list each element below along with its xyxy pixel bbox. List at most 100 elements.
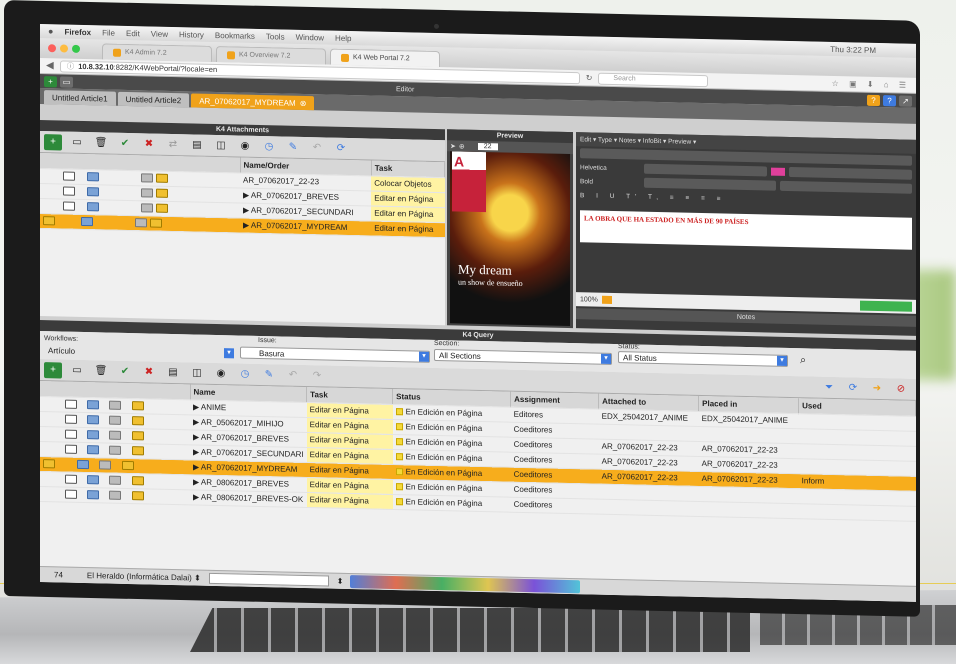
edit-icon[interactable]: ✎ (284, 139, 302, 155)
refresh-icon[interactable]: ⟳ (332, 140, 350, 156)
doc-tab-article1[interactable]: Untitled Article1 (44, 90, 116, 106)
trash-icon[interactable]: 🗑 (92, 363, 110, 379)
layout-button[interactable]: ▭ (60, 75, 73, 88)
close-tab-icon[interactable]: ⊗ (300, 98, 307, 107)
preview-headline: My dream un show de ensueño (458, 261, 523, 288)
menu-firefox[interactable]: Firefox (64, 27, 91, 37)
col-task-header[interactable]: Task (371, 160, 445, 178)
browser-tab-webportal[interactable]: K4 Web Portal 7.2 (330, 48, 440, 68)
paragraph-style-field[interactable] (644, 177, 776, 191)
zoom-select[interactable]: 100% (580, 296, 598, 303)
row-task: Editar en Página (371, 205, 445, 223)
menu-file[interactable]: File (102, 28, 115, 37)
secondary-select[interactable] (208, 572, 329, 587)
leading-field[interactable] (780, 180, 912, 194)
remove-icon[interactable]: ✖ (140, 364, 158, 380)
expand-button[interactable]: ↗ (899, 94, 912, 107)
editor-title: Editor (396, 85, 415, 93)
workflow-icon[interactable]: ⊘ (892, 381, 910, 397)
camera-icon (434, 23, 439, 29)
color-swatch[interactable] (771, 167, 785, 176)
back-icon[interactable]: ◀ (46, 60, 54, 71)
query-panel: K4 Query Workflows: Artículo ▾ Issue: Bas… (40, 320, 916, 602)
select-arrow-icon[interactable]: ⬍ (337, 577, 344, 586)
checkin-icon[interactable]: ✔ (116, 363, 134, 379)
doc-tab-article2[interactable]: Untitled Article2 (117, 91, 190, 108)
reload-icon[interactable]: ↻ (586, 73, 593, 82)
edit-icon[interactable]: ✎ (260, 366, 278, 382)
apple-icon[interactable]: ● (48, 26, 53, 36)
filter-icon[interactable]: ⏷ (820, 379, 838, 395)
issue-select[interactable]: Basura ▾ (240, 346, 430, 363)
refresh-icon[interactable]: ⟳ (844, 380, 862, 396)
search-input[interactable]: Search (598, 72, 709, 87)
history-icon[interactable]: ◷ (236, 366, 254, 382)
status-icon (395, 498, 403, 506)
add-icon[interactable]: + (44, 361, 62, 378)
row-assignment: Coeditores (510, 496, 599, 514)
row-attached (598, 498, 699, 516)
row-name: ▶ AR_07062017_MYDREAM (240, 217, 372, 236)
undo-icon[interactable]: ↶ (308, 140, 326, 156)
page-icon[interactable]: ▭ (68, 362, 86, 378)
link-icon[interactable]: ⇄ (164, 136, 182, 152)
apply-button[interactable] (860, 300, 912, 312)
history-icon[interactable]: ◷ (260, 138, 278, 154)
arrow-icon[interactable]: ➜ (868, 380, 886, 396)
toolbar-icons[interactable]: ☆ ▣ ⬇ ⌂ ☰ (832, 79, 910, 90)
zoom-dropdown-icon[interactable] (601, 295, 612, 304)
menu-help[interactable]: Help (335, 33, 351, 42)
menu-window[interactable]: Window (296, 32, 324, 42)
add-icon[interactable]: + (44, 133, 62, 150)
status-icon (395, 408, 403, 416)
chevron-down-icon: ▾ (419, 351, 429, 362)
row-task: Editar en Página (371, 220, 445, 238)
browser-tab-admin[interactable]: K4 Admin 7.2 (102, 43, 212, 62)
workflows-select[interactable]: Artículo ▾ (44, 344, 234, 360)
zoom-icon[interactable]: ⊕ (459, 142, 465, 150)
redo-icon[interactable]: ↷ (308, 368, 326, 384)
add-button[interactable]: + (44, 75, 57, 87)
trash-icon[interactable]: 🗑 (92, 135, 110, 151)
preview-icon[interactable]: ◫ (212, 137, 230, 153)
menu-history[interactable]: History (179, 30, 204, 40)
eye-icon[interactable]: ◉ (236, 138, 254, 154)
zoom-button[interactable] (72, 44, 80, 53)
size-field[interactable] (789, 166, 912, 180)
minimize-button[interactable] (60, 44, 68, 53)
pointer-icon[interactable]: ➤ (450, 142, 456, 150)
undo-icon[interactable]: ↶ (284, 367, 302, 383)
row-task: Colocar Objetos (371, 175, 445, 193)
section-select[interactable]: All Sections ▾ (434, 348, 612, 365)
checkin-icon[interactable]: ✔ (116, 135, 134, 151)
font-size-field[interactable] (644, 163, 767, 177)
row-icons (40, 213, 240, 233)
remove-icon[interactable]: ✖ (140, 136, 158, 152)
page-icon[interactable]: ▭ (68, 134, 86, 150)
menu-bookmarks[interactable]: Bookmarks (215, 30, 255, 40)
chevron-down-icon: ▾ (777, 355, 787, 366)
menu-edit[interactable]: Edit (126, 28, 140, 37)
print-icon[interactable]: ▤ (188, 137, 206, 153)
help-button[interactable]: ? (867, 94, 880, 106)
editor-text-area[interactable]: LA OBRA QUE HA ESTADO EN MÁS DE 90 PAÍSE… (580, 210, 912, 250)
font-select[interactable]: Helvetica (580, 164, 640, 172)
search-icon[interactable]: ⌕ (800, 354, 806, 367)
eye-icon[interactable]: ◉ (212, 365, 230, 381)
style-select[interactable]: Bold (580, 178, 640, 186)
close-button[interactable] (48, 44, 56, 53)
help-button-2[interactable]: ? (883, 94, 896, 106)
status-select[interactable]: All Status ▾ (618, 351, 788, 367)
publication-select[interactable]: El Heraldo (Informática Dalai) ⬍ (87, 571, 201, 583)
workflows-label: Workflows: (44, 335, 79, 343)
doc-tab-mydream[interactable]: AR_07062017_MYDREAM ⊗ (191, 93, 315, 111)
print-icon[interactable]: ▤ (164, 364, 182, 380)
preview-image: A My dream un show de ensueño (450, 151, 570, 327)
zoom-value[interactable]: 22 (477, 142, 498, 151)
browser-tab-overview[interactable]: K4 Overview 7.2 (216, 45, 326, 65)
row-icons (40, 486, 190, 505)
menu-view[interactable]: View (151, 29, 168, 38)
preview-icon[interactable]: ◫ (188, 365, 206, 381)
menu-tools[interactable]: Tools (266, 32, 285, 41)
issue-label: Issue: (258, 336, 277, 345)
